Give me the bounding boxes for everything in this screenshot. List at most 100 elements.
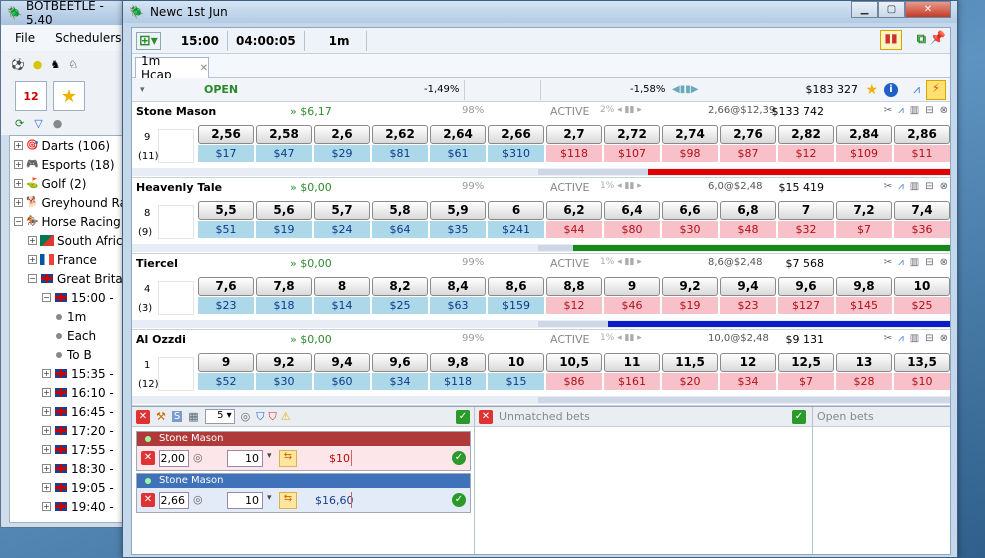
odds-input[interactable]: 2,00 [159,450,189,467]
expand-toggle-icon[interactable]: + [42,445,51,454]
back-price[interactable]: 6 [488,201,544,220]
lay-price[interactable]: 10,5 [546,353,602,372]
expand-toggle-icon[interactable]: + [42,426,51,435]
lay-price[interactable]: 10 [894,277,950,296]
info-icon[interactable]: i [884,82,898,97]
lay-cell[interactable]: 13 $28 [836,353,892,390]
lay-price[interactable]: 8,8 [546,277,602,296]
lay-cell[interactable]: 6,2 $44 [546,201,602,238]
cancel-bet-icon[interactable]: ✕ [141,493,155,507]
keep-bet-icon[interactable]: ⇆ [279,492,297,509]
expand-icon[interactable]: ⊟ [925,257,933,268]
back-price[interactable]: 2,56 [198,125,254,144]
back-price[interactable]: 9 [198,353,254,372]
lay-cell[interactable]: 10,5 $86 [546,353,602,390]
refresh-icon[interactable]: ⟳ [15,117,24,130]
expand-icon[interactable]: ⊟ [925,105,933,116]
lay-cell[interactable]: 7,4 $36 [894,201,950,238]
lay-price[interactable]: 2,74 [662,125,718,144]
back-price[interactable]: 2,6 [314,125,370,144]
ladder-icon[interactable]: ▥ [910,333,919,344]
lay-price[interactable]: 9 [604,277,660,296]
back-cell[interactable]: 2,6 $29 [314,125,370,162]
back-cell[interactable]: 8 $14 [314,277,370,314]
confirm-all-icon[interactable]: ✓ [456,409,470,424]
back-cell[interactable]: 8,4 $63 [430,277,486,314]
stake-input[interactable]: 10 [227,450,263,467]
back-price[interactable]: 5,5 [198,201,254,220]
bolt-icon[interactable]: ⚡ [926,79,946,100]
back-price[interactable]: 2,64 [430,125,486,144]
lay-price[interactable]: 9,2 [662,277,718,296]
lay-cell[interactable]: 9,6 $127 [778,277,834,314]
close-runner-icon[interactable]: ⊗ [940,333,948,344]
back-price[interactable]: 2,66 [488,125,544,144]
close-tab-icon[interactable]: ✕ [200,63,208,74]
back-cell[interactable]: 2,58 $47 [256,125,312,162]
back-price[interactable]: 9,4 [314,353,370,372]
back-price[interactable]: 9,6 [372,353,428,372]
warning-icon[interactable]: ⚠ [281,410,291,423]
lay-price[interactable]: 11,5 [662,353,718,372]
expand-toggle-icon[interactable]: + [28,255,37,264]
confirm-bet-icon[interactable]: ✓ [452,451,466,465]
stake-dropdown-icon[interactable]: ▾ [267,493,272,503]
back-cell[interactable]: 9,2 $30 [256,353,312,390]
confirm-unmatched-icon[interactable]: ✓ [792,409,806,424]
minimize-button[interactable]: ▁ [851,1,878,18]
expand-toggle-icon[interactable]: − [14,217,23,226]
expand-toggle-icon[interactable]: + [14,160,23,169]
trend-icon[interactable]: ⩘ [898,105,904,116]
horse-racing-icon[interactable]: ♞ [50,58,60,71]
lay-price[interactable]: 7,2 [836,201,892,220]
lay-price[interactable]: 6,8 [720,201,776,220]
lay-price[interactable]: 11 [604,353,660,372]
tools-icon[interactable]: ✂ [884,257,892,268]
tennis-ball-icon[interactable]: ● [33,58,43,71]
expand-toggle-icon[interactable]: + [14,198,23,207]
lay-price[interactable]: 2,86 [894,125,950,144]
back-cell[interactable]: 8,2 $25 [372,277,428,314]
stake-dropdown-icon[interactable]: ▾ [267,451,272,461]
expand-toggle-icon[interactable]: + [42,483,51,492]
close-runner-icon[interactable]: ⊗ [940,257,948,268]
back-cell[interactable]: 5,8 $64 [372,201,428,238]
expand-toggle-icon[interactable]: + [42,407,51,416]
trend-icon[interactable]: ⩘ [898,181,904,192]
ladder-icon[interactable]: ▥ [910,257,919,268]
back-cell[interactable]: 9,4 $60 [314,353,370,390]
lay-cell[interactable]: 2,84 $109 [836,125,892,162]
favorite-star-icon[interactable]: ★ [865,82,878,98]
tree-item[interactable]: − Great Brita [10,269,132,288]
tree-item[interactable]: + France [10,250,132,269]
lay-cell[interactable]: 10 $25 [894,277,950,314]
lay-price[interactable]: 2,7 [546,125,602,144]
lay-cell[interactable]: 2,86 $11 [894,125,950,162]
tree-item[interactable]: +19:40 - [10,497,132,516]
lay-cell[interactable]: 9,8 $145 [836,277,892,314]
options-icon[interactable]: ● [53,117,63,130]
lay-price[interactable]: 7,4 [894,201,950,220]
back-cell[interactable]: 8,6 $159 [488,277,544,314]
trend-icon[interactable]: ⩘ [898,333,904,344]
back-price[interactable]: 2,58 [256,125,312,144]
lay-cell[interactable]: 13,5 $10 [894,353,950,390]
tree-item[interactable]: +19:05 - [10,478,132,497]
back-price[interactable]: 9,2 [256,353,312,372]
odds-spinner-icon[interactable]: ◎ [193,451,203,464]
lay-price[interactable]: 2,82 [778,125,834,144]
lay-cell[interactable]: 2,82 $12 [778,125,834,162]
back-cell[interactable]: 2,66 $310 [488,125,544,162]
maximize-button[interactable]: ▢ [878,1,905,18]
close-runner-icon[interactable]: ⊗ [940,105,948,116]
cancel-unmatched-icon[interactable]: ✕ [479,409,493,424]
odds-spinner-icon[interactable]: ◎ [193,493,203,506]
expand-toggle-icon[interactable]: − [42,293,51,302]
shield-red-icon[interactable]: ⛉ [269,410,277,424]
lay-price[interactable]: 6,6 [662,201,718,220]
calendar-icon[interactable]: 12 [15,81,47,111]
back-price[interactable]: 8,4 [430,277,486,296]
window-icon[interactable]: ⧉ [917,32,926,47]
lay-price[interactable]: 2,84 [836,125,892,144]
lay-price[interactable]: 6,4 [604,201,660,220]
